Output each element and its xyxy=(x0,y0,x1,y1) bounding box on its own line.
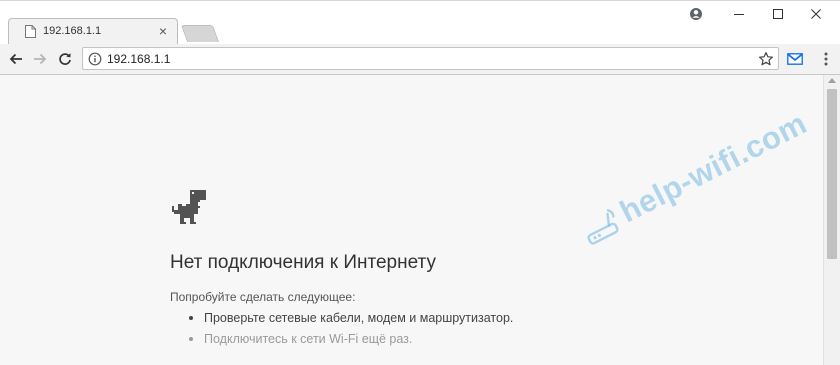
scrollbar-thumb[interactable] xyxy=(827,89,837,259)
tab-close-button[interactable]: × xyxy=(159,23,167,39)
maximize-button[interactable] xyxy=(766,4,790,24)
suggestions-label: Попробуйте сделать следующее: xyxy=(170,290,356,304)
vertical-scrollbar[interactable] xyxy=(823,75,840,365)
dinosaur-icon[interactable] xyxy=(170,188,210,228)
scroll-up-arrow-icon[interactable] xyxy=(828,78,836,83)
close-button[interactable] xyxy=(804,4,828,24)
reload-icon xyxy=(59,53,71,65)
mail-extension-icon xyxy=(787,53,803,65)
minimize-button[interactable] xyxy=(727,4,751,24)
bullet-icon xyxy=(189,316,193,320)
reload-button[interactable] xyxy=(56,50,74,68)
profile-button[interactable] xyxy=(684,4,708,24)
error-page: Нет подключения к Интернету Попробуйте с… xyxy=(0,75,823,365)
suggestion-item: Подключитесь к сети Wi-Fi ещё раз. xyxy=(188,331,513,352)
url-text[interactable]: 192.168.1.1 xyxy=(107,52,170,66)
forward-arrow-icon xyxy=(34,53,47,65)
maximize-icon xyxy=(773,9,783,19)
browser-toolbar: 192.168.1.1 xyxy=(0,44,840,75)
router-icon xyxy=(587,209,619,245)
bookmark-star-icon[interactable] xyxy=(758,51,774,67)
back-button[interactable] xyxy=(7,50,25,68)
bullet-icon xyxy=(189,337,193,341)
suggestion-item: Проверьте сетевые кабели, модем и маршру… xyxy=(188,310,513,331)
browser-tab[interactable]: 192.168.1.1 × xyxy=(8,18,178,45)
watermark: help-wifi.com xyxy=(574,105,812,256)
close-icon xyxy=(811,9,821,19)
suggestion-text: Подключитесь к сети Wi-Fi ещё раз. xyxy=(204,332,413,346)
new-tab-button[interactable] xyxy=(180,25,220,42)
address-bar[interactable]: 192.168.1.1 xyxy=(82,47,779,70)
error-title: Нет подключения к Интернету xyxy=(170,252,436,273)
mail-extension-button[interactable] xyxy=(786,50,804,68)
info-icon[interactable] xyxy=(88,52,102,66)
forward-button[interactable] xyxy=(31,50,49,68)
menu-button[interactable] xyxy=(817,50,835,68)
tab-title: 192.168.1.1 xyxy=(43,25,102,37)
suggestion-text: Проверьте сетевые кабели, модем и маршру… xyxy=(204,311,514,325)
watermark-text: help-wifi.com xyxy=(614,105,813,230)
suggestions-list: Проверьте сетевые кабели, модем и маршру… xyxy=(188,310,513,352)
profile-icon xyxy=(690,8,702,20)
page-icon xyxy=(25,25,36,38)
browser-titlebar: 192.168.1.1 × xyxy=(0,0,840,45)
back-arrow-icon xyxy=(9,53,22,65)
more-vertical-icon xyxy=(824,52,828,66)
minimize-icon xyxy=(734,14,744,15)
